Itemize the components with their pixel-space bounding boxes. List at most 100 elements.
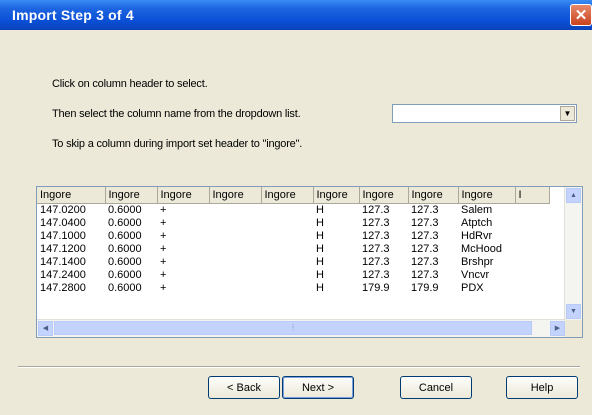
table-cell: 0.6000 — [108, 256, 142, 268]
table-cell: 127.3 — [411, 256, 439, 268]
horizontal-scrollbar[interactable]: ◀ ⦙ ▶ — [37, 319, 566, 337]
table-cell: HdRvr — [461, 230, 493, 242]
table-cell: 127.3 — [411, 243, 439, 255]
table-cell: 127.3 — [362, 243, 390, 255]
scroll-left-button[interactable]: ◀ — [38, 321, 53, 336]
scroll-down-button[interactable]: ▼ — [566, 304, 581, 319]
table-cell — [261, 256, 313, 269]
table-cell: 127.3 — [362, 269, 390, 281]
column-header[interactable]: Ingore — [157, 187, 210, 204]
dropdown-arrow-button[interactable]: ▼ — [560, 106, 575, 121]
column-header[interactable]: Ingore — [458, 187, 516, 204]
import-preview-grid: Ingore Ingore Ingore Ingore Ingore Ingore Ingo… — [36, 186, 583, 338]
table-cell — [209, 204, 261, 218]
table-cell: H — [316, 243, 324, 255]
column-header[interactable]: Ingore — [359, 187, 409, 204]
table-row: 147.1000 0.6000 + H 127.3 127.3 HdRvr — [37, 230, 549, 243]
column-header[interactable]: Ingore — [37, 187, 106, 204]
table-cell — [209, 269, 261, 282]
column-header[interactable]: Ingore — [105, 187, 158, 204]
instruction-skip-column: To skip a column during import set heade… — [52, 138, 303, 150]
table-cell: + — [160, 217, 167, 229]
table-cell — [515, 204, 549, 218]
instruction-select-column-name: Then select the column name from the dro… — [52, 108, 301, 120]
cancel-button[interactable]: Cancel — [400, 376, 472, 399]
scroll-right-button[interactable]: ▶ — [550, 321, 565, 336]
table-cell — [261, 217, 313, 230]
table-cell — [209, 243, 261, 256]
table-cell: 0.6000 — [108, 269, 142, 281]
vertical-scrollbar[interactable]: ▲ ▼ — [564, 187, 582, 320]
table-cell: H — [316, 217, 324, 229]
table-cell: H — [316, 230, 324, 242]
table-cell: 0.6000 — [108, 282, 142, 294]
table-cell — [209, 282, 261, 295]
table-cell — [515, 230, 549, 243]
grip-icon: ⦙ — [292, 323, 294, 332]
table-row: 147.1200 0.6000 + H 127.3 127.3 McHood — [37, 243, 549, 256]
table-cell: H — [316, 282, 324, 294]
window-title: Import Step 3 of 4 — [12, 7, 134, 23]
table-cell: Brshpr — [461, 256, 494, 268]
grid-body: 147.0200 0.6000 + H 127.3 127.3 Salem 147.0400 0… — [37, 204, 549, 296]
table-cell: 127.3 — [411, 269, 439, 281]
table-cell — [515, 243, 549, 256]
table-cell: + — [160, 256, 167, 268]
scroll-up-button[interactable]: ▲ — [566, 188, 581, 203]
table-cell: 147.1400 — [40, 256, 86, 268]
table-cell — [209, 230, 261, 243]
table-cell: 127.3 — [362, 230, 390, 242]
header-row: Ingore Ingore Ingore Ingore Ingore Ingore Ingo… — [37, 187, 550, 204]
table-cell — [261, 230, 313, 243]
table-cell: Vncvr — [461, 269, 490, 281]
table-cell: 0.6000 — [108, 243, 142, 255]
title-bar[interactable]: Import Step 3 of 4 ✕ — [0, 0, 592, 30]
close-button[interactable]: ✕ — [570, 4, 592, 26]
table-cell: 127.3 — [362, 204, 390, 216]
table-cell — [209, 256, 261, 269]
column-header[interactable]: Ingore — [261, 187, 314, 204]
table-cell: + — [160, 282, 167, 294]
import-wizard-window: Import Step 3 of 4 ✕ Click on column hea… — [0, 0, 592, 415]
table-cell: + — [160, 243, 167, 255]
table-cell: H — [316, 269, 324, 281]
horizontal-scroll-thumb[interactable]: ⦙ — [54, 321, 532, 335]
column-name-dropdown[interactable]: ▼ — [392, 104, 577, 123]
table-cell: Salem — [461, 204, 493, 216]
table-cell: McHood — [461, 243, 502, 255]
instruction-select-header: Click on column header to select. — [52, 78, 208, 90]
column-header[interactable]: Ingore — [313, 187, 360, 204]
table-cell: 127.3 — [362, 256, 390, 268]
table-cell: 127.3 — [411, 204, 439, 216]
table-cell: 147.2800 — [40, 282, 86, 294]
table-cell: 127.3 — [411, 230, 439, 242]
table-cell — [261, 204, 313, 218]
table-cell — [209, 217, 261, 230]
table-cell: 179.9 — [362, 282, 390, 294]
back-button[interactable]: < Back — [208, 376, 280, 399]
table-cell — [261, 269, 313, 282]
table-cell: 147.1200 — [40, 243, 86, 255]
chevron-down-icon: ▼ — [563, 109, 572, 118]
table-cell: 147.0200 — [40, 204, 86, 216]
button-divider — [18, 366, 580, 368]
table-cell: + — [160, 204, 167, 216]
table-cell — [515, 269, 549, 282]
column-header[interactable]: Ingore — [408, 187, 459, 204]
table-cell: 147.1000 — [40, 230, 86, 242]
column-header[interactable]: I — [515, 187, 550, 204]
table-cell: H — [316, 204, 324, 216]
table-cell: 127.3 — [411, 217, 439, 229]
table-cell: 0.6000 — [108, 217, 142, 229]
help-button[interactable]: Help — [506, 376, 578, 399]
table-cell: 0.6000 — [108, 230, 142, 242]
arrow-left-icon: ◀ — [42, 325, 49, 332]
column-header[interactable]: Ingore — [209, 187, 262, 204]
table-cell: + — [160, 269, 167, 281]
arrow-up-icon: ▲ — [570, 192, 577, 199]
table-row: 147.2800 0.6000 + H 179.9 179.9 PDX — [37, 282, 549, 295]
table-cell — [515, 256, 549, 269]
next-button[interactable]: Next > — [282, 376, 354, 399]
table-cell: 127.3 — [362, 217, 390, 229]
table-cell: 179.9 — [411, 282, 439, 294]
